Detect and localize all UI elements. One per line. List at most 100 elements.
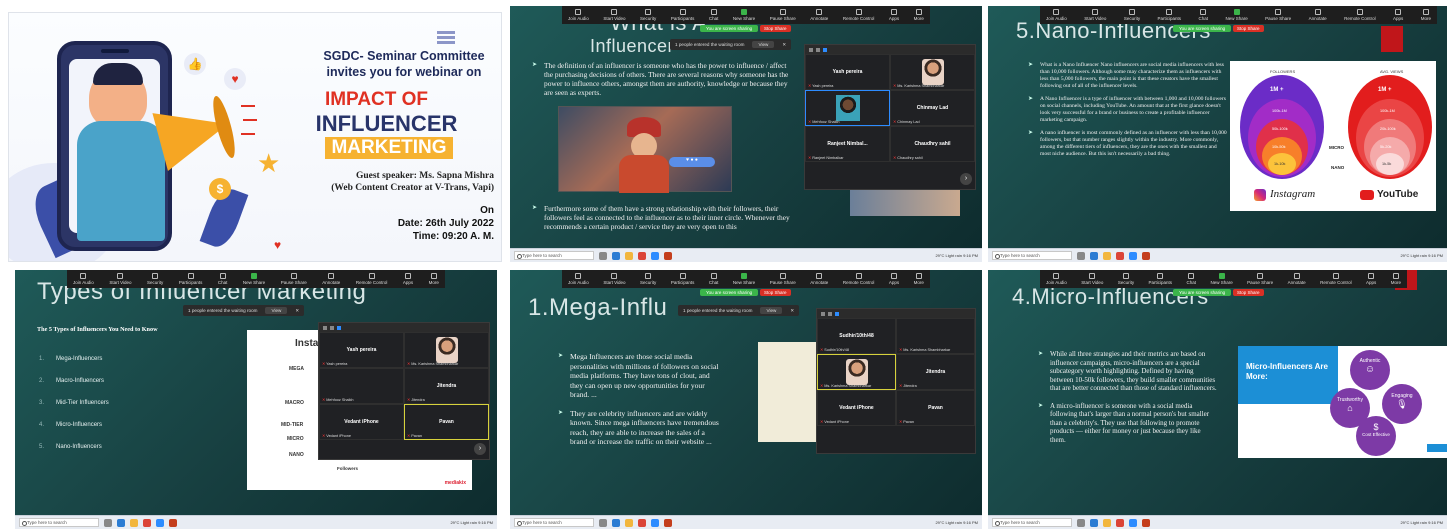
participant-tile[interactable]: Vedant iPhone Vedant iPhone: [319, 404, 404, 440]
start-video-button[interactable]: Start Video: [603, 9, 626, 21]
annotate-button[interactable]: Annotate: [1288, 273, 1306, 285]
apps-button[interactable]: Apps: [889, 273, 899, 285]
waiting-room-view-button[interactable]: View: [760, 307, 783, 314]
participant-tile[interactable]: Pavan Pavan: [404, 404, 489, 440]
taskbar-search[interactable]: Type here to search: [992, 518, 1072, 527]
participants-button[interactable]: Participants: [179, 273, 202, 285]
participant-tile[interactable]: Ranjeet Nimbal... Ranjeet Nimbalkar: [805, 126, 890, 162]
folder-icon[interactable]: [130, 518, 138, 527]
join-audio-button[interactable]: Join Audio: [73, 273, 94, 285]
participant-tile[interactable]: Yash pereira Yash pereira: [805, 54, 890, 90]
pause-share-button[interactable]: Pause Share: [770, 273, 796, 285]
annotate-button[interactable]: Annotate: [810, 9, 828, 21]
security-button[interactable]: Security: [1118, 273, 1134, 285]
apps-button[interactable]: Apps: [1366, 273, 1376, 285]
chat-button[interactable]: Chat: [1187, 273, 1196, 285]
participant-tile[interactable]: Ms. Karishma Shambharkar: [404, 332, 489, 368]
more-button[interactable]: More: [1421, 9, 1431, 21]
pause-share-button[interactable]: Pause Share: [1247, 273, 1273, 285]
join-audio-button[interactable]: Join Audio: [1046, 273, 1067, 285]
participants-button[interactable]: Participants: [1158, 9, 1181, 21]
powerpoint-icon[interactable]: [1142, 518, 1150, 527]
stop-share-button[interactable]: Stop Share: [760, 25, 791, 32]
taskbar-search[interactable]: Type here to search: [514, 518, 594, 527]
security-button[interactable]: Security: [147, 273, 163, 285]
close-icon[interactable]: ✕: [295, 308, 299, 314]
start-video-button[interactable]: Start Video: [1081, 273, 1103, 285]
participants-button[interactable]: Participants: [671, 9, 694, 21]
stop-share-button[interactable]: Stop Share: [760, 289, 791, 296]
security-button[interactable]: Security: [640, 273, 656, 285]
pause-share-button[interactable]: Pause Share: [281, 273, 307, 285]
edge-icon[interactable]: [117, 518, 125, 527]
taskview-icon[interactable]: [104, 518, 112, 527]
zoom-icon[interactable]: [156, 518, 164, 527]
chrome-icon[interactable]: [143, 518, 151, 527]
apps-button[interactable]: Apps: [403, 273, 413, 285]
participant-tile[interactable]: Mehfooz Shaikh: [805, 90, 890, 126]
gallery-next-button[interactable]: ›: [474, 443, 486, 455]
participant-tile[interactable]: Ms. Karishma Shambharkar: [817, 354, 896, 390]
taskview-icon[interactable]: [599, 518, 607, 527]
new-share-button[interactable]: New Share: [733, 9, 755, 21]
more-button[interactable]: More: [914, 9, 924, 21]
powerpoint-icon[interactable]: [169, 518, 177, 527]
remote-control-button[interactable]: Remote Control: [356, 273, 387, 285]
new-share-button[interactable]: New Share: [733, 273, 755, 285]
close-icon[interactable]: ✕: [782, 42, 786, 48]
gallery-next-button[interactable]: ›: [960, 173, 972, 185]
more-button[interactable]: More: [1391, 273, 1401, 285]
participant-tile[interactable]: Chinmay Lad Chinmay Lad: [890, 90, 975, 126]
remote-control-button[interactable]: Remote Control: [1320, 273, 1352, 285]
chrome-icon[interactable]: [1116, 518, 1124, 527]
chrome-icon[interactable]: [638, 251, 646, 260]
chrome-icon[interactable]: [638, 518, 646, 527]
join-audio-button[interactable]: Join Audio: [1046, 9, 1067, 21]
taskbar-search[interactable]: Type here to search: [514, 251, 594, 260]
remote-control-button[interactable]: Remote Control: [1344, 9, 1376, 21]
participant-tile[interactable]: Sudhir/10th/48 Sudhir/10th/48: [817, 318, 896, 354]
participant-tile[interactable]: Vedant iPhone Vedant iPhone: [817, 390, 896, 426]
security-button[interactable]: Security: [1124, 9, 1140, 21]
participant-tile[interactable]: Ms. Karishma Shambharkar: [890, 54, 975, 90]
remote-control-button[interactable]: Remote Control: [843, 273, 874, 285]
stop-share-button[interactable]: Stop Share: [1233, 25, 1264, 32]
participant-tile[interactable]: Pavan Pavan: [896, 390, 975, 426]
taskbar-search[interactable]: Type here to search: [19, 518, 99, 527]
waiting-room-view-button[interactable]: View: [265, 307, 288, 314]
start-video-button[interactable]: Start Video: [603, 273, 626, 285]
chat-button[interactable]: Chat: [709, 9, 718, 21]
participant-tile[interactable]: Jitendra Jitendra: [896, 354, 975, 390]
participant-tile[interactable]: Chaudhry sahil Chaudhry sahil: [890, 126, 975, 162]
zoom-icon[interactable]: [1129, 518, 1137, 527]
pause-share-button[interactable]: Pause Share: [770, 9, 796, 21]
join-audio-button[interactable]: Join Audio: [568, 273, 589, 285]
remote-control-button[interactable]: Remote Control: [843, 9, 874, 21]
folder-icon[interactable]: [625, 518, 633, 527]
folder-icon[interactable]: [1103, 251, 1111, 260]
edge-icon[interactable]: [1090, 251, 1098, 260]
participants-button[interactable]: Participants: [671, 273, 694, 285]
chat-button[interactable]: Chat: [218, 273, 227, 285]
new-share-button[interactable]: New Share: [1225, 9, 1248, 21]
powerpoint-icon[interactable]: [1142, 251, 1150, 260]
close-icon[interactable]: ✕: [790, 308, 794, 314]
taskview-icon[interactable]: [1077, 518, 1085, 527]
zoom-icon[interactable]: [651, 251, 659, 260]
security-button[interactable]: Security: [640, 9, 656, 21]
zoom-icon[interactable]: [1129, 251, 1137, 260]
start-video-button[interactable]: Start Video: [1084, 9, 1106, 21]
more-button[interactable]: More: [429, 273, 439, 285]
participant-tile[interactable]: Mehfooz Shaikh: [319, 368, 404, 404]
stop-share-button[interactable]: Stop Share: [1233, 289, 1264, 296]
taskview-icon[interactable]: [599, 251, 607, 260]
annotate-button[interactable]: Annotate: [1309, 9, 1327, 21]
taskbar-search[interactable]: Type here to search: [992, 251, 1072, 260]
edge-icon[interactable]: [612, 518, 620, 527]
participant-tile[interactable]: Jitendra Jitendra: [404, 368, 489, 404]
more-button[interactable]: More: [914, 273, 924, 285]
zoom-icon[interactable]: [651, 518, 659, 527]
chrome-icon[interactable]: [1116, 251, 1124, 260]
annotate-button[interactable]: Annotate: [810, 273, 828, 285]
participants-button[interactable]: Participants: [1149, 273, 1172, 285]
